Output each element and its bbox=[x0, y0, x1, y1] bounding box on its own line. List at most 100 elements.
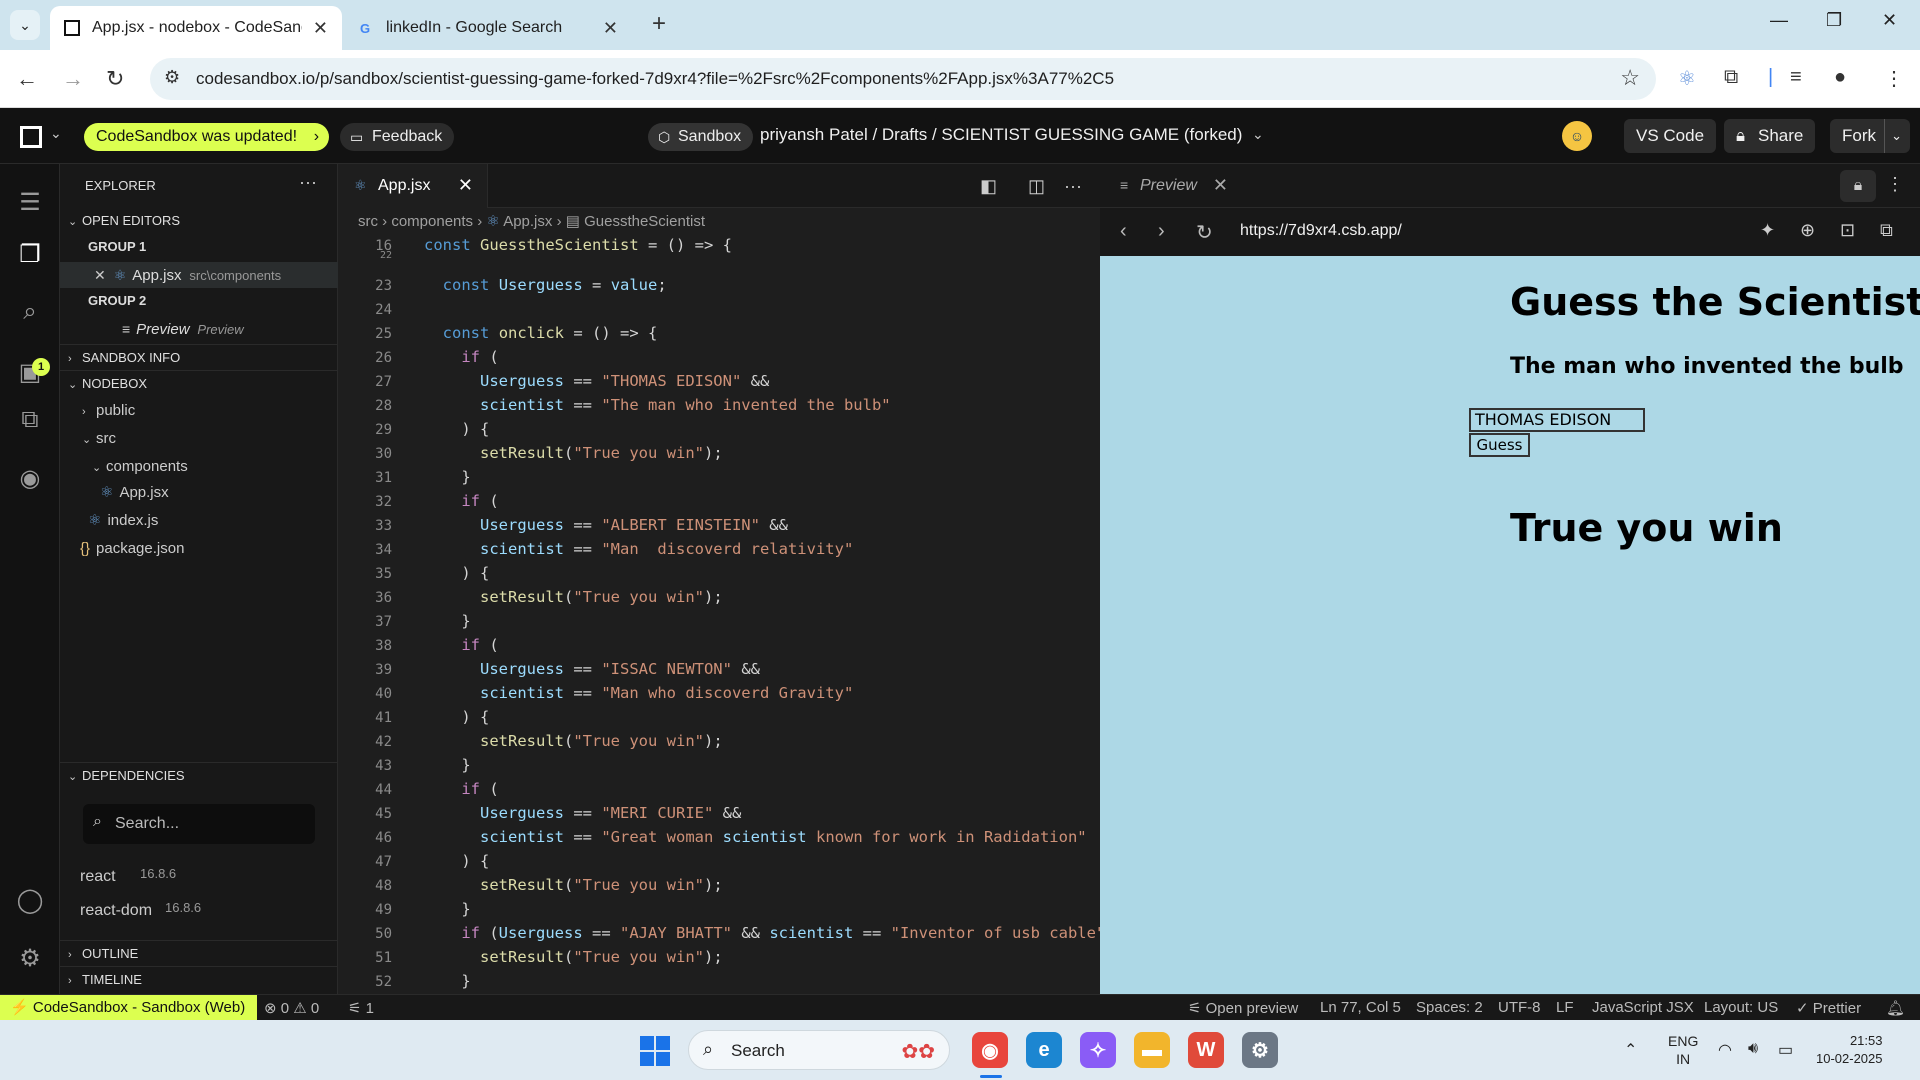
dependency-react-dom[interactable]: react-dom bbox=[80, 902, 152, 920]
fork-button[interactable]: Fork ⌄ bbox=[1830, 119, 1910, 153]
chevron-down-icon[interactable]: ⌄ bbox=[1252, 126, 1264, 143]
back-icon[interactable]: ← bbox=[16, 66, 38, 92]
dependency-react[interactable]: react bbox=[80, 868, 116, 886]
wifi-icon[interactable]: ◠ bbox=[1718, 1040, 1732, 1060]
tree-file-app-jsx[interactable]: ⚛ App.jsx bbox=[60, 480, 338, 506]
explorer-icon[interactable]: ❐ bbox=[14, 238, 46, 270]
code-line[interactable]: setResult("True you win"); bbox=[424, 588, 723, 606]
sandbox-info-section[interactable]: › SANDBOX INFO bbox=[60, 344, 338, 370]
line-ending[interactable]: LF bbox=[1556, 999, 1574, 1016]
profile-avatar[interactable]: ● bbox=[1834, 66, 1846, 89]
problems-indicator[interactable]: ⊗ 0 ⚠ 0 bbox=[264, 999, 319, 1017]
code-line[interactable]: scientist == "Man who discoverd Gravity" bbox=[424, 684, 853, 702]
tab-search-button[interactable]: ⌄ bbox=[10, 10, 40, 40]
preview-tab[interactable]: ≡ Preview ✕ bbox=[1100, 164, 1240, 208]
minimize-icon[interactable]: — bbox=[1770, 10, 1788, 31]
code-line[interactable]: } bbox=[424, 972, 470, 990]
code-line[interactable]: if (Userguess == "AJAY BHATT" && scienti… bbox=[424, 924, 1100, 942]
edge-icon[interactable]: e bbox=[1026, 1032, 1062, 1068]
windows-start-icon[interactable] bbox=[640, 1036, 670, 1066]
nodebox-section[interactable]: ⌄ NODEBOX bbox=[60, 370, 338, 396]
code-area[interactable]: 16 const GuesstheScientist = () => {22 23 … bbox=[338, 236, 1100, 994]
code-line[interactable]: scientist == "Man discoverd relativity" bbox=[424, 540, 853, 558]
browser-menu-icon[interactable]: ⋮ bbox=[1884, 66, 1904, 91]
code-line[interactable]: if ( bbox=[424, 780, 498, 798]
sparkle-icon[interactable]: ✦ bbox=[1760, 220, 1775, 241]
crosshair-icon[interactable]: ⊕ bbox=[1800, 220, 1815, 241]
chevron-down-icon[interactable]: ⌄ bbox=[1884, 119, 1902, 153]
menu-icon[interactable]: ☰ bbox=[14, 186, 46, 218]
tree-folder-public[interactable]: › public bbox=[60, 398, 338, 424]
open-new-window-icon[interactable]: ⧉ bbox=[1880, 220, 1893, 241]
breadcrumb-item[interactable]: App.jsx bbox=[503, 213, 552, 230]
code-line[interactable]: setResult("True you win"); bbox=[424, 444, 723, 462]
tree-folder-src[interactable]: ⌄ src bbox=[60, 426, 338, 452]
close-icon[interactable]: ✕ bbox=[94, 267, 106, 283]
extensions-icon[interactable]: ⧉ bbox=[1724, 66, 1738, 89]
preview-forward-icon[interactable]: › bbox=[1158, 220, 1165, 243]
chrome-icon[interactable]: ◉ bbox=[972, 1032, 1008, 1068]
more-icon[interactable]: ⋮ bbox=[1886, 174, 1904, 195]
outline-section[interactable]: › OUTLINE bbox=[60, 940, 338, 966]
split-editor-icon[interactable]: ◫ bbox=[1028, 176, 1045, 197]
account-icon[interactable]: ◯ bbox=[14, 884, 46, 916]
react-devtools-icon[interactable]: ⚛ bbox=[1678, 66, 1696, 91]
chevron-up-icon[interactable]: ⌃ bbox=[1624, 1040, 1637, 1060]
codesandbox-logo-icon[interactable] bbox=[20, 126, 42, 148]
lock-button[interactable]: 🔒︎ bbox=[1840, 170, 1876, 202]
code-line[interactable]: setResult("True you win"); bbox=[424, 732, 723, 750]
search-icon[interactable]: ⌕ bbox=[14, 296, 46, 328]
editor-tab-app-jsx[interactable]: ⚛ App.jsx ✕ bbox=[338, 164, 488, 208]
code-line[interactable]: scientist == "Great woman scientist know… bbox=[424, 828, 1087, 846]
site-info-icon[interactable]: ⚙ bbox=[164, 67, 180, 88]
sandbox-path[interactable]: priyansh Patel / Drafts / SCIENTIST GUES… bbox=[760, 125, 1242, 145]
code-line[interactable]: ) { bbox=[424, 852, 489, 870]
code-line[interactable]: if ( bbox=[424, 348, 498, 366]
dependency-search[interactable]: ⌕ bbox=[83, 804, 315, 844]
address-bar[interactable]: ⚙ codesandbox.io/p/sandbox/scientist-gue… bbox=[150, 58, 1656, 100]
code-line[interactable]: const onclick = () => { bbox=[424, 324, 658, 342]
indentation[interactable]: Spaces: 2 bbox=[1416, 999, 1483, 1016]
share-button[interactable]: 🔒︎ Share bbox=[1724, 119, 1816, 153]
code-line[interactable]: if ( bbox=[424, 636, 498, 654]
tree-file-package-json[interactable]: {} package.json bbox=[60, 536, 338, 562]
code-line[interactable]: } bbox=[424, 756, 470, 774]
browser-tab-google[interactable]: G linkedIn - Google Search ✕ bbox=[342, 6, 632, 50]
code-line[interactable]: if ( bbox=[424, 492, 498, 510]
dependencies-section[interactable]: ⌄ DEPENDENCIES bbox=[60, 762, 338, 788]
close-icon[interactable]: ✕ bbox=[1213, 175, 1228, 196]
preview-url[interactable]: https://7d9xr4.csb.app/ bbox=[1240, 222, 1402, 240]
preview-reload-icon[interactable]: ↻ bbox=[1196, 220, 1213, 245]
code-line[interactable]: } bbox=[424, 900, 470, 918]
console-icon[interactable]: ⊡ bbox=[1840, 220, 1855, 241]
taskbar-search[interactable]: ⌕ Search ✿✿ bbox=[688, 1030, 950, 1070]
open-editor-preview[interactable]: ≡ Preview Preview bbox=[60, 316, 338, 342]
open-preview-button[interactable]: ⚟ Open preview bbox=[1188, 999, 1298, 1017]
ports-indicator[interactable]: ⚟ 1 bbox=[348, 999, 374, 1017]
copilot-icon[interactable]: ✧ bbox=[1080, 1032, 1116, 1068]
close-tab-icon[interactable]: ✕ bbox=[603, 18, 618, 39]
cursor-position[interactable]: Ln 77, Col 5 bbox=[1320, 999, 1401, 1016]
code-line[interactable]: Userguess == "MERI CURIE" && bbox=[424, 804, 741, 822]
media-control-icon[interactable]: ≡ bbox=[1790, 66, 1802, 89]
tree-file-index-js[interactable]: ⚛ index.js bbox=[60, 508, 338, 534]
close-tab-icon[interactable]: ✕ bbox=[313, 18, 328, 39]
preview-back-icon[interactable]: ‹ bbox=[1120, 220, 1127, 243]
code-line[interactable]: const GuesstheScientist = () => { bbox=[424, 236, 732, 254]
feedback-button[interactable]: ▭ Feedback bbox=[340, 123, 455, 151]
tree-folder-components[interactable]: ⌄ components bbox=[60, 454, 338, 480]
code-line[interactable]: ) { bbox=[424, 708, 489, 726]
sandbox-badge[interactable]: ⬡ Sandbox bbox=[648, 123, 754, 151]
code-line[interactable]: } bbox=[424, 468, 470, 486]
code-line[interactable]: Userguess == "THOMAS EDISON" && bbox=[424, 372, 769, 390]
breadcrumb-item[interactable]: src bbox=[358, 213, 378, 230]
restore-icon[interactable]: ❐ bbox=[1826, 10, 1842, 31]
code-line[interactable]: ) { bbox=[424, 564, 489, 582]
prettier-indicator[interactable]: ✓ Prettier bbox=[1796, 999, 1861, 1017]
encoding[interactable]: UTF-8 bbox=[1498, 999, 1541, 1016]
address-url[interactable]: codesandbox.io/p/sandbox/scientist-guess… bbox=[196, 69, 1114, 89]
code-line[interactable]: Userguess == "ALBERT EINSTEIN" && bbox=[424, 516, 788, 534]
open-editor-app-jsx[interactable]: ✕ ⚛ App.jsx src\components bbox=[60, 262, 338, 288]
close-window-icon[interactable]: ✕ bbox=[1882, 10, 1897, 31]
language-mode[interactable]: JavaScript JSX bbox=[1592, 999, 1694, 1016]
